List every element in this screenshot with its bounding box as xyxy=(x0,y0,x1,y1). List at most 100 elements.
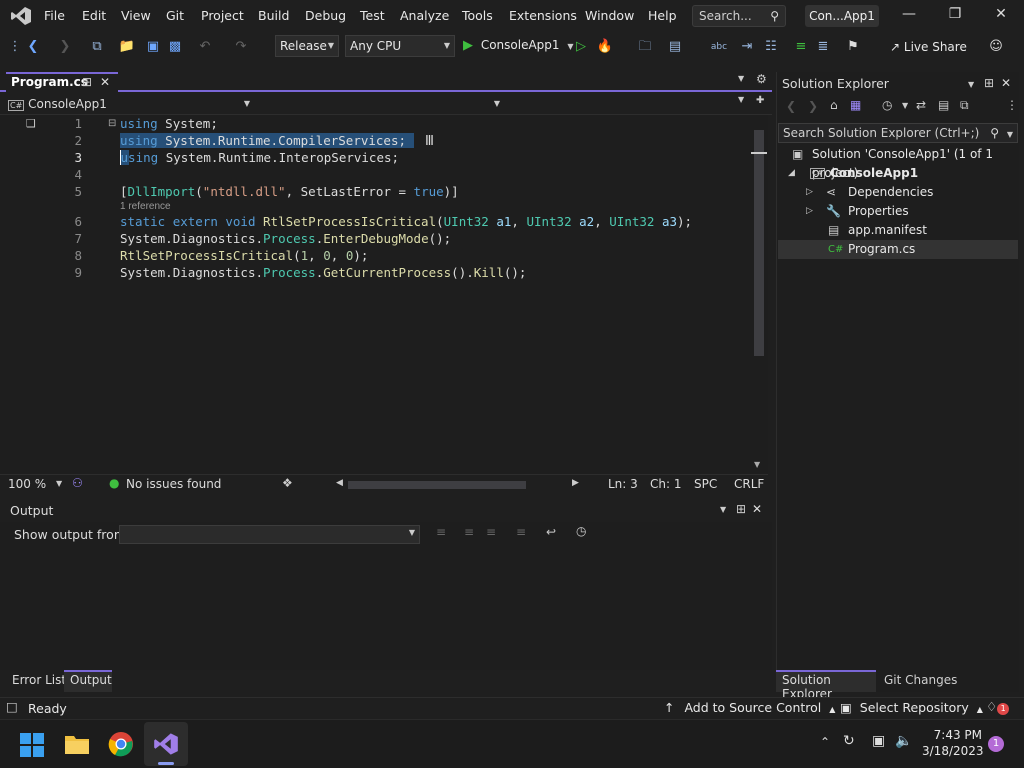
vertical-scrollbar-thumb[interactable] xyxy=(754,130,764,356)
code-line-5[interactable]: [DllImport("ntdll.dll", SetLastError = t… xyxy=(120,184,459,199)
code-line-8[interactable]: RtlSetProcessIsCritical(1, 0, 0); xyxy=(120,248,368,263)
menu-window[interactable]: Window xyxy=(585,8,634,23)
menu-build[interactable]: Build xyxy=(258,8,289,23)
find-message-icon[interactable]: ≡ xyxy=(436,525,446,539)
menu-edit[interactable]: Edit xyxy=(82,8,106,23)
close-panel-icon[interactable]: ✕ xyxy=(752,502,762,516)
code-line-3[interactable]: using System.Runtime.InteropServices; xyxy=(120,150,399,165)
search-input[interactable]: Search... ⚲ xyxy=(692,5,786,27)
navigate-forward-icon[interactable]: ❯ xyxy=(56,38,74,56)
close-panel-icon[interactable]: ✕ xyxy=(1001,76,1011,90)
chevron-down-icon[interactable]: ▼ xyxy=(968,80,974,89)
menu-test[interactable]: Test xyxy=(360,8,385,23)
hot-reload-icon[interactable]: 🔥 xyxy=(596,38,614,56)
indent-icon[interactable]: ≡ xyxy=(792,38,810,56)
new-project-icon[interactable]: ⧉ xyxy=(88,38,106,56)
save-all-icon[interactable]: ▩ xyxy=(166,38,184,56)
tab-output[interactable]: Output xyxy=(64,670,112,692)
browse-icon[interactable]: 🗀 xyxy=(636,38,654,56)
tree-item-program-cs[interactable]: C# Program.cs xyxy=(778,240,1018,259)
tree-item-properties[interactable]: ▷ 🔧 Properties xyxy=(778,202,1018,221)
output-panel[interactable]: Show output from: ≡ ≡ ≡ ≡ ↩ ◷ xyxy=(0,522,772,670)
menu-git[interactable]: Git xyxy=(166,8,184,23)
open-file-icon[interactable]: 📁 xyxy=(118,38,136,56)
settings-gear-icon[interactable]: ⚙ xyxy=(756,72,767,86)
solution-name-badge[interactable]: Con...App1 xyxy=(805,5,879,27)
scroll-left-icon[interactable]: ◀ xyxy=(336,478,343,488)
sync-icon[interactable]: ⇄ xyxy=(916,98,926,112)
solution-search-input[interactable]: Search Solution Explorer (Ctrl+;) ⚲ ▼ xyxy=(778,123,1018,143)
add-icon[interactable]: ✚ xyxy=(756,95,764,106)
quick-actions-icon[interactable]: ❑ xyxy=(26,117,36,130)
collapsed-chevron-icon[interactable]: ▷ xyxy=(806,202,813,221)
scroll-down-icon[interactable]: ▼ xyxy=(754,460,760,469)
member-dropdown[interactable]: ▼ xyxy=(258,95,504,113)
undo-icon[interactable]: ↶ xyxy=(196,38,214,56)
code-line-2[interactable]: using System.Runtime.CompilerServices; xyxy=(120,133,414,148)
tab-program-cs[interactable]: Program.cs ⊞ ✕ xyxy=(6,72,118,92)
code-line-1[interactable]: using System; xyxy=(120,116,218,131)
show-all-files-icon[interactable]: ⧉ xyxy=(960,98,969,113)
chevron-down-icon[interactable]: ▼ xyxy=(902,101,908,110)
menu-analyze[interactable]: Analyze xyxy=(400,8,449,23)
menu-debug[interactable]: Debug xyxy=(305,8,346,23)
menu-tools[interactable]: Tools xyxy=(462,8,493,23)
zoom-level[interactable]: 100 % xyxy=(8,477,46,491)
clear-all-icon[interactable]: ≡ xyxy=(516,525,526,539)
navigate-back-icon[interactable]: ❮ xyxy=(24,38,42,56)
menu-project[interactable]: Project xyxy=(201,8,244,23)
redo-icon[interactable]: ↷ xyxy=(232,38,250,56)
expanded-chevron-icon[interactable]: ◢ xyxy=(788,164,795,183)
forward-icon[interactable]: ❯ xyxy=(808,99,818,113)
history-icon[interactable]: ◷ xyxy=(882,98,892,112)
visual-studio-taskbar-button[interactable] xyxy=(144,722,188,766)
output-source-dropdown[interactable]: ▼ xyxy=(119,525,420,544)
menu-file[interactable]: File xyxy=(44,8,65,23)
line-ending-indicator[interactable]: CRLF xyxy=(734,477,764,491)
collapse-region-icon[interactable]: ⊟ xyxy=(108,118,116,129)
issues-status[interactable]: No issues found xyxy=(126,477,221,491)
tree-item-project[interactable]: ◢ C# ConsoleApp1 xyxy=(778,164,1018,183)
tree-item-app-manifest[interactable]: ▤ app.manifest xyxy=(778,221,1018,240)
vs-logo-icon[interactable] xyxy=(10,6,32,26)
start-debugging-button[interactable]: ▶ ConsoleApp1 ▼ xyxy=(463,38,574,58)
minimize-icon[interactable]: — xyxy=(897,6,921,26)
spellcheck-icon[interactable]: abc xyxy=(710,38,728,56)
menu-view[interactable]: View xyxy=(121,8,151,23)
close-tab-icon[interactable]: ✕ xyxy=(100,74,110,91)
step-icon[interactable]: ⇥ xyxy=(738,38,756,56)
notifications-button[interactable]: ♢ 1 xyxy=(986,699,1010,715)
previous-message-icon[interactable]: ≡ xyxy=(464,525,474,539)
more-icon[interactable]: ⋮ xyxy=(1006,98,1018,112)
collapse-all-icon[interactable]: ▤ xyxy=(938,98,949,112)
outdent-icon[interactable]: ≣ xyxy=(814,38,832,56)
split-editor-chevron-icon[interactable]: ▼ xyxy=(738,95,744,104)
volume-icon[interactable]: 🔈 xyxy=(895,733,912,749)
codelens-reference[interactable]: 1 reference xyxy=(120,201,171,212)
code-line-9[interactable]: System.Diagnostics.Process.GetCurrentPro… xyxy=(120,265,526,280)
tree-item-solution[interactable]: ▣ Solution 'ConsoleApp1' (1 of 1 project… xyxy=(778,145,1018,180)
live-share-button[interactable]: ↗ Live Share xyxy=(890,40,967,54)
project-dropdown[interactable]: C# ConsoleApp1 ▼ xyxy=(8,95,254,113)
clock[interactable]: 7:43 PM 3/18/2023 xyxy=(922,727,984,759)
close-window-icon[interactable]: ✕ xyxy=(989,6,1013,26)
whitespace-indicator[interactable]: SPC xyxy=(694,477,717,491)
intellicode-icon[interactable]: ⚇ xyxy=(72,476,83,490)
collapsed-chevron-icon[interactable]: ▷ xyxy=(806,183,813,202)
menu-extensions[interactable]: Extensions xyxy=(509,8,577,23)
network-icon[interactable]: ▣ xyxy=(872,733,885,749)
back-icon[interactable]: ❮ xyxy=(786,99,796,113)
code-line-7[interactable]: System.Diagnostics.Process.EnterDebugMod… xyxy=(120,231,451,246)
start-without-debugging-icon[interactable]: ▷ xyxy=(572,38,590,56)
clock-icon[interactable]: ◷ xyxy=(576,524,586,538)
pin-icon[interactable]: ⊞ xyxy=(736,502,746,516)
word-wrap-icon[interactable]: ↩ xyxy=(546,525,556,539)
tab-solution-explorer[interactable]: Solution Explorer xyxy=(776,670,876,701)
scroll-right-icon[interactable]: ▶ xyxy=(572,478,579,488)
tab-overflow-chevron-icon[interactable]: ▼ xyxy=(738,74,744,83)
tab-error-list[interactable]: Error List xyxy=(12,673,66,687)
select-repository-button[interactable]: ▣ Select Repository ▲ xyxy=(840,700,983,715)
bookmark-icon[interactable]: ⚑ xyxy=(844,38,862,56)
file-explorer-icon[interactable] xyxy=(64,732,90,756)
tree-item-dependencies[interactable]: ▷ ⋖ Dependencies xyxy=(778,183,1018,202)
